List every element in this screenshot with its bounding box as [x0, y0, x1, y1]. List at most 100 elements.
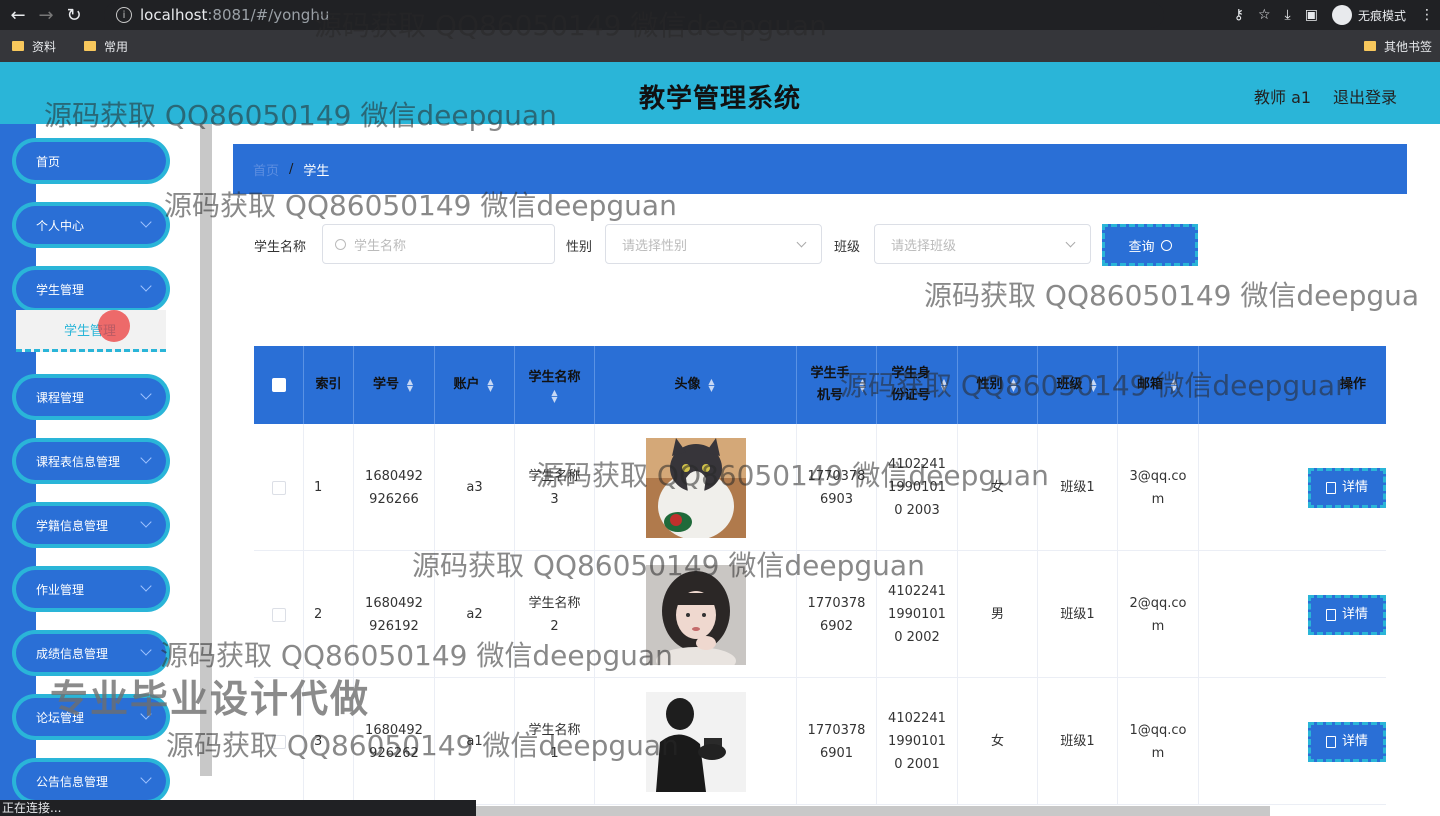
search-icon — [335, 238, 346, 250]
row-checkbox-cell — [254, 551, 304, 678]
bookmark-label: 资料 — [32, 39, 57, 54]
sidebar-item-enrollment[interactable]: 学籍信息管理 — [16, 506, 166, 544]
cell-account: a3 — [435, 424, 515, 551]
cell-actions: 详情 — [1199, 551, 1386, 678]
sort-icon[interactable]: ▲ ▼ — [1009, 378, 1019, 393]
col-header-name[interactable]: 学生名称 ▲ ▼ — [515, 346, 595, 424]
gender-select[interactable]: 请选择性别 — [605, 224, 822, 264]
cell-id-card: 410224119901010 2003 — [877, 424, 958, 551]
forward-icon[interactable]: → — [32, 1, 60, 29]
col-header-actions: 操作 — [1199, 346, 1386, 424]
query-label: 查询 — [1128, 239, 1155, 255]
row-checkbox[interactable] — [271, 734, 286, 749]
col-header-phone[interactable]: 学生手机号 ▲ ▼ — [797, 346, 877, 424]
sort-icon[interactable]: ▲ ▼ — [486, 378, 496, 393]
row-checkbox[interactable] — [271, 607, 286, 622]
horizontal-scrollbar[interactable] — [476, 806, 1270, 816]
sort-icon[interactable]: ▲ ▼ — [941, 378, 947, 393]
detail-button[interactable]: 详情 — [1308, 467, 1386, 508]
breadcrumb-home[interactable]: 首页 — [253, 160, 279, 179]
sidebar-item-students[interactable]: 学生管理 — [16, 270, 166, 308]
detail-button[interactable]: 详情 — [1308, 721, 1386, 762]
other-bookmarks-label: 其他书签 — [1383, 39, 1432, 54]
info-icon[interactable]: i — [116, 7, 132, 23]
chevron-down-icon — [140, 388, 152, 400]
incognito-indicator[interactable]: 无痕模式 — [1331, 5, 1406, 25]
url-path: :8081/#/yonghu — [207, 6, 330, 24]
col-header-email[interactable]: 邮箱 ▲ ▼ — [1118, 346, 1199, 424]
avatar-girl-image[interactable] — [645, 564, 746, 665]
cell-email: 1@qq.com — [1118, 678, 1199, 805]
col-header-student-no[interactable]: 学号 ▲ ▼ — [354, 346, 435, 424]
key-icon[interactable]: ⚷ — [1234, 7, 1244, 23]
cell-phone: 17703786902 — [797, 551, 877, 678]
col-header-gender[interactable]: 性别 ▲ ▼ — [958, 346, 1038, 424]
class-label: 班级 — [834, 240, 861, 255]
document-icon — [1325, 481, 1336, 494]
cell-account: a2 — [435, 551, 515, 678]
gender-placeholder: 请选择性别 — [622, 238, 688, 254]
sidepanel-icon[interactable]: ▣ — [1305, 7, 1318, 23]
query-button[interactable]: 查询 — [1102, 224, 1198, 266]
other-bookmarks[interactable]: 其他书签 — [1363, 30, 1432, 62]
select-all-checkbox[interactable] — [271, 378, 286, 392]
sidebar-item-courses[interactable]: 课程管理 — [16, 378, 166, 416]
logout-link[interactable]: 退出登录 — [1333, 84, 1397, 108]
click-indicator — [98, 310, 130, 342]
menu-icon[interactable]: ⋮ — [1420, 7, 1434, 23]
bookmark-folder-1[interactable]: 资料 — [12, 38, 56, 55]
row-checkbox[interactable] — [271, 480, 286, 495]
cell-avatar — [595, 551, 797, 678]
address-bar[interactable]: i localhost:8081/#/yonghu — [104, 2, 1164, 28]
back-icon[interactable]: ← — [4, 1, 32, 29]
incognito-label: 无痕模式 — [1357, 8, 1406, 23]
sidebar-subitem-students[interactable]: 学生管理 — [16, 310, 166, 352]
sidebar-item-timetable[interactable]: 课程表信息管理 — [16, 442, 166, 480]
cell-avatar — [595, 678, 797, 805]
browser-actions: ⚷ ☆ ⤓ ▣ 无痕模式 ⋮ — [1234, 0, 1434, 30]
star-icon[interactable]: ☆ — [1258, 7, 1271, 23]
url-host: localhost — [140, 6, 208, 24]
bookmark-folder-2[interactable]: 常用 — [84, 38, 128, 55]
sidebar-item-homework[interactable]: 作业管理 — [16, 570, 166, 608]
breadcrumb-current: 学生 — [303, 163, 330, 179]
sort-icon[interactable]: ▲ ▼ — [405, 378, 415, 393]
name-input[interactable]: 学生名称 — [322, 224, 555, 264]
sidebar-item-label: 课程管理 — [36, 390, 85, 405]
cell-student-no: 1680492926192 — [354, 551, 435, 678]
reload-icon[interactable]: ↻ — [60, 1, 88, 29]
sidebar-item-label: 首页 — [36, 154, 61, 169]
sort-icon[interactable]: ▲ ▼ — [1169, 378, 1179, 393]
chevron-down-icon — [796, 237, 807, 248]
col-header-avatar[interactable]: 头像 ▲ ▼ — [595, 346, 797, 424]
folder-icon — [1363, 41, 1376, 51]
cell-class: 班级1 — [1038, 424, 1118, 551]
sidebar-item-grades[interactable]: 成绩信息管理 — [16, 634, 166, 672]
detail-label: 详情 — [1341, 480, 1368, 495]
col-header-label: 索引 — [315, 377, 342, 392]
sort-icon[interactable]: ▲ ▼ — [707, 378, 717, 393]
col-header-label: 性别 — [976, 377, 1003, 392]
sort-icon[interactable]: ▲ ▼ — [1089, 378, 1099, 393]
col-header-id-card[interactable]: 学生身份证号 ▲ ▼ — [877, 346, 958, 424]
sort-icon[interactable]: ▲ ▼ — [550, 389, 560, 404]
sidebar-item-home[interactable]: 首页 — [16, 142, 166, 180]
sort-icon[interactable]: ▲ ▼ — [859, 378, 866, 393]
search-form: 学生名称 学生名称 性别 请选择性别 班级 请选择班级 查询 — [0, 224, 1440, 266]
col-header-account[interactable]: 账户 ▲ ▼ — [435, 346, 515, 424]
cell-email: 3@qq.com — [1118, 424, 1199, 551]
col-header-label: 学生名称 — [528, 370, 581, 385]
avatar-cat-image[interactable] — [645, 437, 746, 538]
col-header-label: 账户 — [453, 377, 480, 392]
browser-status: 正在连接... — [0, 800, 476, 816]
col-header-class[interactable]: 班级 ▲ ▼ — [1038, 346, 1118, 424]
class-select[interactable]: 请选择班级 — [874, 224, 1091, 264]
detail-button[interactable]: 详情 — [1308, 594, 1386, 635]
avatar-man-image[interactable] — [645, 691, 746, 792]
sidebar-item-label: 课程表信息管理 — [36, 454, 121, 469]
watermark-bold: 专业毕业设计代做 — [50, 677, 371, 721]
cell-student-no: 1680492926266 — [354, 424, 435, 551]
download-icon[interactable]: ⤓ — [1285, 7, 1291, 23]
sidebar-item-notices[interactable]: 公告信息管理 — [16, 762, 166, 800]
table-row: 3 1680492926262 a1 学生名称1 17703786901 410… — [254, 678, 1386, 805]
